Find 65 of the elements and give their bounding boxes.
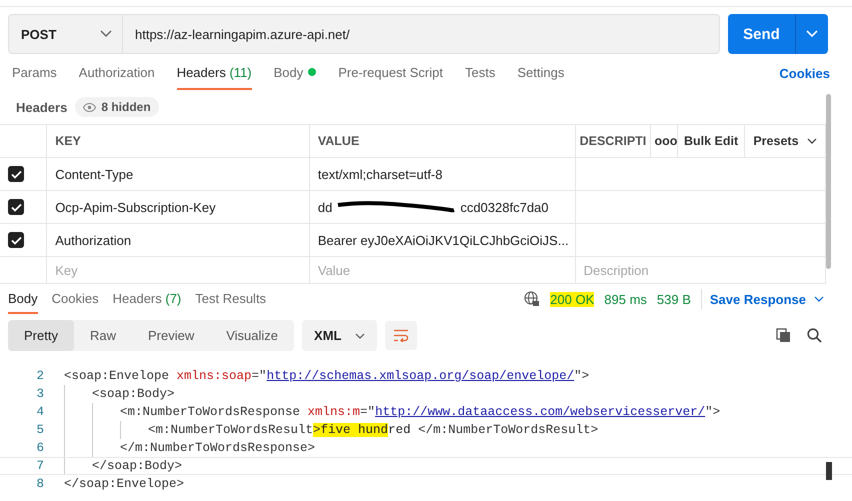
chevron-down-icon bbox=[806, 30, 818, 38]
cookies-link[interactable]: Cookies bbox=[779, 56, 830, 90]
save-response-dropdown[interactable]: Save Response bbox=[710, 292, 824, 306]
code-line: <m:NumberToWordsResponse xmlns:m="http://www.dataaccess.com/webservicesserver/"> bbox=[120, 405, 720, 419]
header-value: ccd0328fc7da0 bbox=[460, 200, 549, 214]
line-number: 5 bbox=[35, 423, 45, 437]
line-number: 3 bbox=[35, 387, 45, 401]
view-mode-tab[interactable]: Visualize bbox=[210, 320, 294, 351]
response-tab[interactable]: Test Results bbox=[195, 284, 266, 314]
line-number: 8 bbox=[35, 477, 45, 491]
eye-icon bbox=[83, 102, 96, 112]
line-number: 2 bbox=[35, 369, 45, 383]
search-icon[interactable] bbox=[807, 328, 822, 343]
checkbox[interactable] bbox=[8, 199, 24, 216]
request-tab[interactable]: Settings bbox=[517, 56, 564, 90]
chevron-down-icon bbox=[355, 332, 366, 338]
request-tab[interactable]: Body bbox=[274, 56, 316, 90]
view-mode-tab[interactable]: Preview bbox=[132, 320, 210, 351]
chevron-down-icon bbox=[806, 138, 817, 144]
code-line: </soap:Body> bbox=[92, 459, 182, 473]
wrap-lines-icon bbox=[393, 329, 410, 342]
view-mode-tab[interactable]: Raw bbox=[74, 320, 132, 351]
text-cursor-icon bbox=[826, 462, 832, 480]
status-code: 200 OK bbox=[550, 292, 594, 306]
view-mode-tab[interactable]: Pretty bbox=[8, 320, 74, 351]
request-tab[interactable]: Authorization bbox=[78, 56, 155, 90]
request-tab[interactable]: Headers (11) bbox=[176, 56, 252, 90]
header-value: text/xml;charset=utf-8 bbox=[318, 166, 442, 182]
line-number: 4 bbox=[35, 405, 45, 419]
request-tab[interactable]: Pre-request Script bbox=[338, 56, 443, 90]
code-line: </m:NumberToWordsResponse> bbox=[120, 441, 316, 455]
response-time: 895 ms bbox=[604, 292, 647, 306]
hidden-headers-toggle[interactable]: 8 hidden bbox=[75, 97, 159, 117]
method-dropdown[interactable]: POST bbox=[8, 14, 123, 54]
request-tab[interactable]: Params bbox=[12, 56, 57, 90]
send-button[interactable]: Send bbox=[728, 14, 828, 54]
column-header: DESCRIPTI bbox=[580, 134, 646, 148]
code-line: <soap:Body> bbox=[92, 387, 175, 401]
request-tab[interactable]: Tests bbox=[465, 56, 496, 90]
header-key: Content-Type bbox=[55, 166, 134, 182]
column-header: VALUE bbox=[318, 134, 360, 148]
response-tab[interactable]: Body bbox=[8, 284, 38, 314]
header-value: dd bbox=[318, 200, 332, 214]
checkbox[interactable] bbox=[8, 232, 24, 248]
response-tab[interactable]: Headers (7) bbox=[112, 284, 182, 314]
wrap-lines-button[interactable] bbox=[385, 321, 418, 350]
globe-lock-icon bbox=[524, 291, 540, 307]
checkbox[interactable] bbox=[8, 166, 24, 182]
line-number: 6 bbox=[35, 441, 45, 455]
copy-icon[interactable] bbox=[776, 328, 791, 343]
chevron-down-icon bbox=[100, 30, 112, 38]
response-size: 539 B bbox=[656, 292, 691, 306]
code-line: <m:NumberToWordsResult>five hundred </m:NumberToWordsResult> bbox=[148, 423, 598, 437]
line-number: 7 bbox=[35, 459, 45, 473]
headers-label: Headers bbox=[16, 100, 68, 114]
chevron-down-icon bbox=[814, 296, 824, 302]
code-line: </soap:Envelope> bbox=[64, 477, 184, 491]
header-value: Bearer eyJ0eXAiOiJKV1QiLCJhbGciOiJS... bbox=[318, 232, 569, 248]
code-line: <soap:Envelope xmlns:soap="http://schemas.xmlsoap.org/soap/envelope/"> bbox=[64, 369, 590, 383]
response-tab[interactable]: Cookies bbox=[52, 284, 99, 314]
format-dropdown[interactable]: XML bbox=[302, 320, 378, 351]
column-header: KEY bbox=[55, 134, 81, 148]
header-key: Authorization bbox=[55, 232, 132, 248]
header-key: Ocp-Apim-Subscription-Key bbox=[55, 200, 216, 214]
url-field[interactable]: https://az-learningapim.azure-api.net/ bbox=[123, 14, 720, 54]
